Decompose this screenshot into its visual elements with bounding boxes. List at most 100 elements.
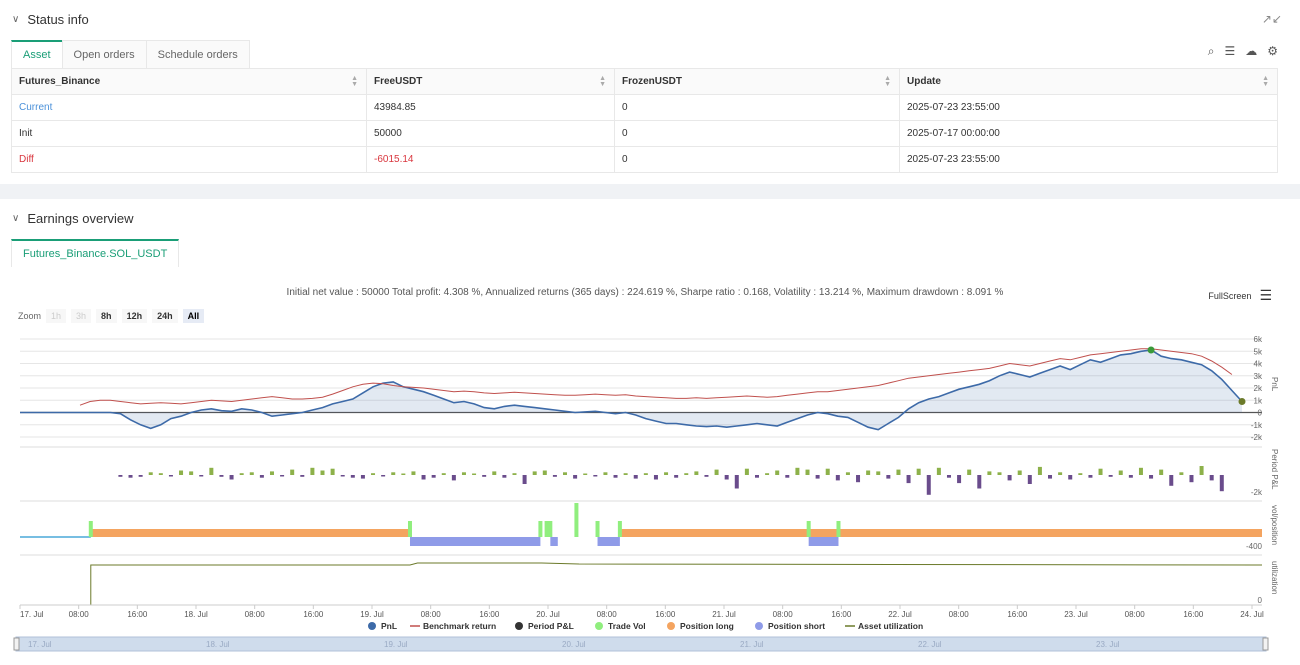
sort-icon[interactable]: ▲ ▼ <box>351 75 358 88</box>
chevron-down-icon[interactable]: ∨ <box>12 213 19 224</box>
fullscreen-label[interactable]: FullScreen <box>1208 291 1251 301</box>
period-pnl-bar <box>674 475 679 478</box>
y-tick-label: -1k <box>1251 421 1263 430</box>
legend-symbol <box>515 622 523 630</box>
period-pnl-bar <box>936 467 941 475</box>
period-pnl-bar <box>1078 473 1083 475</box>
collapse-icon[interactable]: ↗↙ <box>1262 12 1282 26</box>
zoom-12h[interactable]: 12h <box>121 309 148 323</box>
period-pnl-bar <box>1017 470 1022 475</box>
period-pnl-bar <box>573 475 578 479</box>
row-frozen: 0 <box>614 120 900 147</box>
x-tick-label: 17. Jul <box>20 610 44 619</box>
y-tick-label: 0 <box>1258 409 1263 418</box>
legend-symbol <box>368 622 376 630</box>
trade-vol-bar <box>538 521 543 537</box>
x-tick-label: 19. Jul <box>360 610 384 619</box>
zoom-label: Zoom <box>18 311 42 321</box>
period-pnl-bar <box>269 471 274 475</box>
y-tick-label: 4k <box>1254 360 1263 369</box>
fullscreen-button[interactable]: FullScreen ☰ <box>1208 287 1272 304</box>
column-header[interactable]: FrozenUSDT ▲ ▼ <box>614 68 900 95</box>
trade-vol-bar <box>836 521 841 537</box>
column-header[interactable]: Update ▲ ▼ <box>899 68 1278 95</box>
navigator-handle-right <box>1262 637 1269 651</box>
period-pnl-bar <box>704 475 709 477</box>
period-pnl-bar <box>664 472 669 475</box>
period-pnl-bar <box>411 471 416 475</box>
zoom-all[interactable]: All <box>182 309 205 323</box>
x-tick-label: 23. Jul <box>1064 610 1088 619</box>
chevron-down-icon[interactable]: ∨ <box>12 14 19 25</box>
end-marker <box>1238 397 1246 405</box>
y-tick-label: 2k <box>1254 384 1263 393</box>
search-icon[interactable]: ⌕ <box>1208 44 1215 59</box>
list-icon[interactable]: ☰ <box>1224 44 1235 59</box>
period-pnl-bar <box>906 475 911 484</box>
legend-item[interactable]: Trade Vol <box>608 621 646 631</box>
period-pnl-bar <box>1219 475 1224 492</box>
zoom-1h[interactable]: 1h <box>46 309 67 323</box>
max-marker <box>1147 346 1155 354</box>
tab-schedule-orders[interactable]: Schedule orders <box>145 40 250 68</box>
legend-item[interactable]: Period P&L <box>528 621 574 631</box>
summary-text: Initial net value : 50000 Total profit: … <box>286 287 1004 298</box>
period-pnl-bar <box>138 475 143 477</box>
table-row: Diff -6015.14 0 2025-07-23 23:55:00 <box>11 146 1278 173</box>
column-header[interactable]: Futures_Binance ▲ ▼ <box>11 68 367 95</box>
zoom-24h[interactable]: 24h <box>152 309 178 323</box>
table-row: Init 50000 0 2025-07-17 00:00:00 <box>11 120 1278 147</box>
period-pnl-bar <box>1179 472 1184 475</box>
menu-icon[interactable]: ☰ <box>1259 287 1272 304</box>
y-tick-label: 6k <box>1254 335 1263 344</box>
table-toolbar: ⌕ ☰ ☁ ⚙ <box>1208 44 1278 59</box>
tab-sol-usdt[interactable]: Futures_Binance.SOL_USDT <box>11 239 180 267</box>
period-pnl-bar <box>330 468 335 475</box>
period-pnl-bar <box>1199 466 1204 475</box>
x-tick-label: 16:00 <box>127 610 148 619</box>
column-header[interactable]: FreeUSDT ▲ ▼ <box>366 68 615 95</box>
gear-icon[interactable]: ⚙ <box>1267 44 1278 59</box>
period-pnl-bar <box>239 473 244 475</box>
period-pnl-bar <box>391 472 396 475</box>
position-short-bar <box>550 537 558 546</box>
y-tick-label: 5k <box>1254 347 1263 356</box>
y-tick-label: 3k <box>1254 372 1263 381</box>
period-pnl-bar <box>856 475 861 483</box>
row-update: 2025-07-17 00:00:00 <box>899 120 1278 147</box>
legend-item[interactable]: Position short <box>768 621 825 631</box>
earnings-header[interactable]: ∨ Earnings overview <box>12 211 134 226</box>
cloud-icon[interactable]: ☁ <box>1245 44 1257 59</box>
legend-item[interactable]: PnL <box>381 621 397 631</box>
tab-asset[interactable]: Asset <box>11 40 63 68</box>
period-pnl-bar <box>461 472 466 475</box>
earnings-chart[interactable]: 6k 5k 4k 3k 2k 1k 0 -1k -2k PnL Period P&L vol/posi… <box>0 329 1300 665</box>
sort-icon[interactable]: ▲ ▼ <box>1262 75 1269 88</box>
row-free: 50000 <box>366 120 615 147</box>
status-header[interactable]: ∨ Status info <box>12 12 89 27</box>
legend-symbol <box>667 622 675 630</box>
navigator-tick-label: 18. Jul <box>206 640 230 649</box>
legend-item[interactable]: Asset utilization <box>858 621 923 631</box>
sort-icon[interactable]: ▲ ▼ <box>884 75 891 88</box>
trade-vol-bar <box>806 521 811 537</box>
navigator-tick-label: 23. Jul <box>1096 640 1120 649</box>
period-pnl-bar <box>1209 475 1214 481</box>
navigator-handle-left <box>13 637 20 651</box>
period-pnl-bar <box>1149 475 1154 479</box>
period-pnl-bar <box>997 472 1002 475</box>
zoom-8h[interactable]: 8h <box>96 309 117 323</box>
y-tick-label: -400 <box>1246 542 1263 551</box>
sort-icon[interactable]: ▲ ▼ <box>599 75 606 88</box>
legend-item[interactable]: Benchmark return <box>423 621 496 631</box>
period-pnl-bar <box>765 473 770 475</box>
period-pnl-bar <box>603 472 608 475</box>
x-tick-label: 16:00 <box>1007 610 1028 619</box>
period-pnl-bar <box>926 475 931 495</box>
zoom-3h[interactable]: 3h <box>71 309 92 323</box>
period-pnl-bar <box>1088 475 1093 478</box>
y-tick-label: -2k <box>1251 433 1263 442</box>
period-pnl-bar <box>229 475 234 480</box>
tab-open-orders[interactable]: Open orders <box>61 40 147 68</box>
legend-item[interactable]: Position long <box>680 621 734 631</box>
